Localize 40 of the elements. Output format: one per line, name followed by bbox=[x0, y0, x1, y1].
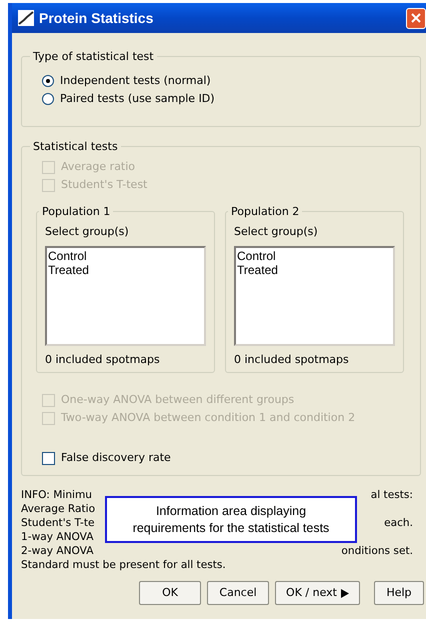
dialog-button[interactable]: OK bbox=[139, 581, 202, 605]
checkbox-label: One-way ANOVA between different groups bbox=[61, 392, 294, 408]
radio-label: Independent tests (normal) bbox=[60, 72, 211, 89]
callout-box: Information area displaying requirements for the statistical tests bbox=[105, 496, 357, 543]
list-item[interactable]: Control bbox=[48, 248, 203, 262]
checkbox-label: Average ratio bbox=[61, 158, 136, 175]
dialog-button[interactable]: OK / next bbox=[275, 581, 360, 605]
group-label: Population 1 bbox=[41, 206, 112, 217]
group-label: Type of statistical test bbox=[32, 51, 155, 62]
radio-label: Paired tests (use sample ID) bbox=[60, 90, 215, 107]
list-prompt: Select group(s) bbox=[234, 224, 319, 240]
dialog-button[interactable]: Cancel bbox=[207, 581, 270, 605]
checkbox-label: Two-way ANOVA between condition 1 and condition 2 bbox=[61, 410, 356, 426]
chart-icon bbox=[18, 10, 34, 26]
info-text: onditions set. bbox=[341, 544, 414, 558]
info-text: INFO: Minimu bbox=[21, 488, 92, 502]
list-item[interactable]: Treated bbox=[237, 262, 392, 276]
close-icon bbox=[411, 13, 421, 23]
spotmap-count: 0 included spotmaps bbox=[234, 352, 350, 368]
close-button[interactable] bbox=[406, 8, 426, 28]
checkbox-label: Student's T-test bbox=[61, 176, 148, 193]
dialog-button[interactable]: Help bbox=[374, 581, 424, 605]
info-text: al tests: bbox=[370, 488, 414, 502]
checkbox-label: False discovery rate bbox=[61, 450, 171, 466]
window-title: Protein Statistics bbox=[39, 8, 154, 28]
list-prompt: Select group(s) bbox=[45, 224, 130, 240]
radio-button[interactable] bbox=[42, 75, 54, 87]
info-text: Average Ratio bbox=[21, 502, 96, 516]
info-text: 2-way ANOVA bbox=[21, 544, 94, 558]
info-text: each. bbox=[384, 516, 414, 530]
info-text: Standard must be present for all tests. bbox=[21, 558, 226, 572]
list-item[interactable]: Control bbox=[237, 248, 392, 262]
info-text: 1-way ANOVA bbox=[21, 530, 94, 544]
radio-button[interactable] bbox=[42, 93, 54, 105]
checkbox[interactable] bbox=[42, 452, 55, 464]
spotmap-count: 0 included spotmaps bbox=[45, 352, 161, 368]
group-label: Population 2 bbox=[230, 206, 300, 217]
group-label: Statistical tests bbox=[32, 141, 119, 152]
list-item[interactable]: Treated bbox=[48, 262, 203, 276]
info-text: Student's T-te bbox=[21, 516, 94, 530]
